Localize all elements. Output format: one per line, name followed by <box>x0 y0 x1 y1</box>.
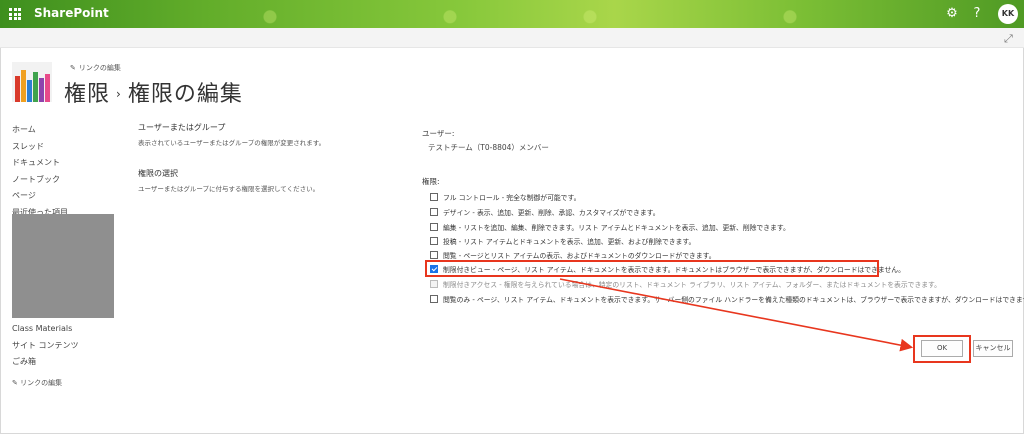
suite-decoration <box>560 0 620 28</box>
nav-item-site-contents[interactable]: サイト コンテンツ <box>12 338 79 355</box>
edit-links-nav[interactable]: ✎ リンクの編集 <box>12 378 62 388</box>
page-title: 権限 › 権限の編集 <box>64 76 243 108</box>
nav-item-pages[interactable]: ページ <box>12 188 122 205</box>
permissions-section-title: 権限の選択 <box>138 169 178 178</box>
permission-contribute[interactable]: 投稿 - リスト アイテムとドキュメントを表示、追加、更新、および削除できます。 <box>430 234 695 247</box>
app-launcher-icon[interactable] <box>9 8 21 20</box>
recent-items-placeholder <box>12 214 114 318</box>
permission-view-only[interactable]: 閲覧のみ - ページ、リスト アイテム、ドキュメントを表示できます。サーバー側の… <box>430 292 1024 305</box>
permission-label: デザイン - 表示、追加、更新、削除、承認、カスタマイズができます。 <box>443 208 660 217</box>
help-icon[interactable]: ? <box>968 5 986 23</box>
nav-item-documents[interactable]: ドキュメント <box>12 155 122 172</box>
page-title-text: 権限の編集 <box>127 82 243 107</box>
permission-checkbox[interactable] <box>430 192 438 201</box>
users-label: ユーザー: <box>422 129 455 138</box>
permission-checkbox[interactable] <box>430 250 438 259</box>
permissions-label: 権限: <box>422 177 440 186</box>
suite-bar: SharePoint ⚙ ? KK <box>0 0 1024 28</box>
nav-item-home[interactable]: ホーム <box>12 122 122 139</box>
pencil-icon: ✎ <box>12 379 18 387</box>
permission-checkbox[interactable] <box>430 294 438 303</box>
edit-links-label: リンクの編集 <box>78 64 121 72</box>
permission-label: 制限付きアクセス - 権限を与えられている場合は、特定のリスト、ドキュメント ラ… <box>443 280 941 289</box>
pencil-icon: ✎ <box>70 64 76 72</box>
nav-item-notebook[interactable]: ノートブック <box>12 172 122 189</box>
permission-label: フル コントロール - 完全な制御が可能です。 <box>443 193 581 202</box>
breadcrumb-separator: › <box>116 87 122 101</box>
permission-label: 投稿 - リスト アイテムとドキュメントを表示、追加、更新、および削除できます。 <box>443 237 696 246</box>
permission-label: 閲覧のみ - ページ、リスト アイテム、ドキュメントを表示できます。サーバー側の… <box>443 295 1024 304</box>
permissions-section-desc: ユーザーまたはグループに付与する権限を選択してください。 <box>138 185 320 193</box>
focus-mode-icon[interactable]: ⤢ <box>1004 32 1013 46</box>
nav-item-class-materials[interactable]: Class Materials <box>12 321 79 338</box>
users-section-desc: 表示されているユーザーまたはグループの権限が変更されます。 <box>138 139 326 147</box>
permission-checkbox[interactable] <box>430 222 438 231</box>
left-navigation: ホーム スレッド ドキュメント ノートブック ページ 最近使った項目 <box>12 122 122 221</box>
permission-limited-access: 制限付きアクセス - 権限を与えられている場合は、特定のリスト、ドキュメント ラ… <box>430 277 941 290</box>
permission-label: 閲覧 - ページとリスト アイテムの表示、およびドキュメントのダウンロードができ… <box>443 251 716 260</box>
permission-checkbox-disabled <box>430 279 438 288</box>
restricted-view-highlight <box>425 260 879 277</box>
avatar[interactable]: KK <box>998 4 1018 24</box>
nav-item-threads[interactable]: スレッド <box>12 139 122 156</box>
users-value: テストチーム（T0-8804）メンバー <box>428 143 549 152</box>
permission-checkbox[interactable] <box>430 236 438 245</box>
brand-name[interactable]: SharePoint <box>34 6 109 20</box>
edit-links-label: リンクの編集 <box>20 379 63 387</box>
suite-decoration <box>420 0 480 28</box>
left-navigation-lower: Class Materials サイト コンテンツ ごみ箱 <box>12 321 79 371</box>
ok-button[interactable]: OK <box>921 340 963 357</box>
permission-design[interactable]: デザイン - 表示、追加、更新、削除、承認、カスタマイズができます。 <box>430 205 660 218</box>
suite-decoration <box>760 0 820 28</box>
permission-full-control[interactable]: フル コントロール - 完全な制御が可能です。 <box>430 190 580 203</box>
permission-label: 編集 - リストを追加、編集、削除できます。リスト アイテムとドキュメントを表示… <box>443 223 790 232</box>
command-bar <box>0 28 1024 48</box>
permission-checkbox[interactable] <box>430 207 438 216</box>
nav-item-recycle-bin[interactable]: ごみ箱 <box>12 354 79 371</box>
users-section-title: ユーザーまたはグループ <box>138 123 226 132</box>
breadcrumb-parent[interactable]: 権限 <box>64 82 110 107</box>
gear-icon[interactable]: ⚙ <box>943 5 961 23</box>
permission-edit[interactable]: 編集 - リストを追加、編集、削除できます。リスト アイテムとドキュメントを表示… <box>430 220 790 233</box>
suite-decoration <box>240 0 300 28</box>
edit-links-top[interactable]: ✎ リンクの編集 <box>70 63 121 73</box>
cancel-button[interactable]: キャンセル <box>973 340 1013 357</box>
site-logo[interactable] <box>12 62 52 102</box>
